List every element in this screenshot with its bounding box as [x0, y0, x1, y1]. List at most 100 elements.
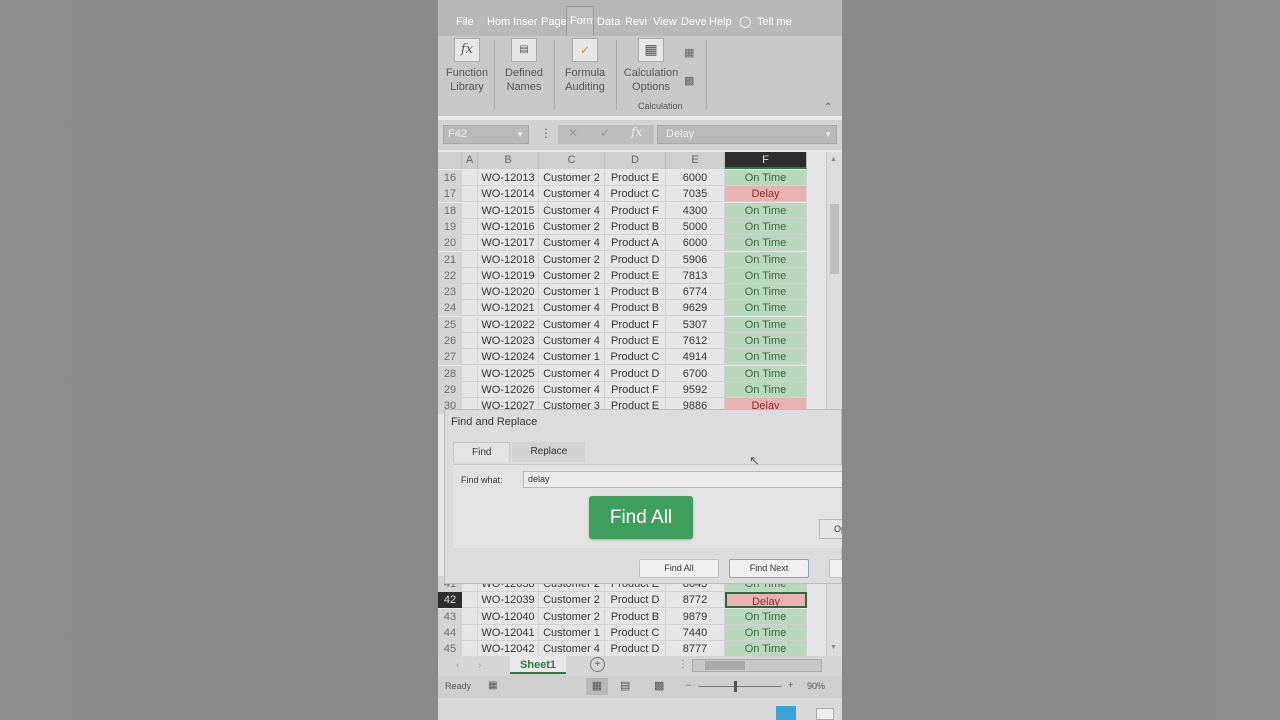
row-header[interactable]: 24 — [438, 300, 462, 317]
zoom-slider[interactable] — [698, 686, 782, 687]
prev-sheet-icon[interactable]: ‹ — [456, 660, 459, 671]
cell-b45[interactable]: WO-12042 — [478, 641, 539, 658]
cell-c43[interactable]: Customer 2 — [539, 608, 605, 625]
cell-b25[interactable]: WO-12022 — [478, 316, 539, 333]
cell-d16[interactable]: Product E — [605, 170, 666, 186]
cell-b42[interactable]: WO-12039 — [478, 592, 539, 609]
cell-f17[interactable]: Delay — [725, 186, 807, 203]
hscroll-thumb[interactable] — [705, 661, 745, 670]
more-options-icon[interactable]: ⋮ — [540, 126, 552, 140]
cell-c42[interactable]: Customer 2 — [539, 592, 605, 609]
insert-function-icon[interactable]: fx — [631, 125, 642, 139]
column-header-e[interactable]: E — [666, 152, 725, 169]
cell-e23[interactable]: 6774 — [666, 284, 725, 301]
cell-f22[interactable]: On Time — [725, 267, 807, 284]
cell-b43[interactable]: WO-12040 — [478, 608, 539, 625]
cell-f20[interactable]: On Time — [725, 235, 807, 252]
row-header[interactable]: 29 — [438, 381, 462, 398]
cell-d29[interactable]: Product F — [605, 381, 666, 398]
cell-f43[interactable]: On Time — [725, 608, 807, 625]
cell-e20[interactable]: 6000 — [666, 235, 725, 252]
cell-a19[interactable] — [462, 218, 478, 235]
cell-a21[interactable] — [462, 251, 478, 268]
cell-b19[interactable]: WO-12016 — [478, 218, 539, 235]
row-header[interactable]: 26 — [438, 333, 462, 349]
horizontal-scrollbar[interactable] — [692, 659, 822, 672]
cell-c23[interactable]: Customer 1 — [539, 284, 605, 301]
cell-e24[interactable]: 9629 — [666, 300, 725, 317]
cell-a23[interactable] — [462, 284, 478, 301]
column-header-c[interactable]: C — [539, 152, 605, 169]
cell-e45[interactable]: 8777 — [666, 641, 725, 658]
cell-d43[interactable]: Product B — [605, 608, 666, 625]
row-header[interactable]: 17 — [438, 186, 462, 203]
row-header[interactable]: 28 — [438, 365, 462, 382]
cell-c18[interactable]: Customer 4 — [539, 202, 605, 219]
cell-c19[interactable]: Customer 2 — [539, 218, 605, 235]
expand-formula-icon[interactable]: ▼ — [824, 126, 832, 143]
cell-a26[interactable] — [462, 333, 478, 349]
more-sheets-icon[interactable]: ⋮ — [678, 659, 688, 670]
cell-e16[interactable]: 6000 — [666, 170, 725, 186]
cell-a43[interactable] — [462, 608, 478, 625]
cell-a45[interactable] — [462, 641, 478, 658]
cell-d25[interactable]: Product F — [605, 316, 666, 333]
cell-e21[interactable]: 5906 — [666, 251, 725, 268]
find-next-button[interactable]: Find Next — [729, 559, 809, 578]
cell-d20[interactable]: Product A — [605, 235, 666, 252]
cell-d18[interactable]: Product F — [605, 202, 666, 219]
cell-c44[interactable]: Customer 1 — [539, 624, 605, 641]
formula-auditing-button[interactable]: ✓ Formula Auditing — [560, 38, 610, 94]
column-header-f[interactable]: F — [725, 152, 807, 169]
cell-a22[interactable] — [462, 267, 478, 284]
collapse-ribbon-icon[interactable]: ⌃ — [824, 102, 832, 113]
column-header-b[interactable]: B — [478, 152, 539, 169]
cell-b22[interactable]: WO-12019 — [478, 267, 539, 284]
row-header[interactable]: 19 — [438, 218, 462, 235]
cell-e29[interactable]: 9592 — [666, 381, 725, 398]
cell-d17[interactable]: Product C — [605, 186, 666, 203]
cell-f24[interactable]: On Time — [725, 300, 807, 317]
row-header[interactable]: 45 — [438, 641, 462, 658]
cell-a27[interactable] — [462, 349, 478, 366]
find-all-button[interactable]: Find All — [639, 559, 719, 578]
cell-e18[interactable]: 4300 — [666, 202, 725, 219]
cell-f26[interactable]: On Time — [725, 333, 807, 349]
cell-d44[interactable]: Product C — [605, 624, 666, 641]
row-header[interactable]: 20 — [438, 235, 462, 252]
function-library-button[interactable]: fx Function Library — [444, 38, 490, 94]
cell-e26[interactable]: 7612 — [666, 333, 725, 349]
cell-c21[interactable]: Customer 2 — [539, 251, 605, 268]
row-header[interactable]: 42 — [438, 592, 462, 609]
tab-view[interactable]: View — [650, 8, 678, 36]
cell-b24[interactable]: WO-12021 — [478, 300, 539, 317]
tab-replace[interactable]: Replace — [512, 442, 586, 462]
cell-b27[interactable]: WO-12024 — [478, 349, 539, 366]
cell-f16[interactable]: On Time — [725, 170, 807, 186]
cell-b29[interactable]: WO-12026 — [478, 381, 539, 398]
cell-f18[interactable]: On Time — [725, 202, 807, 219]
cell-e42[interactable]: 8772 — [666, 592, 725, 609]
cell-a25[interactable] — [462, 316, 478, 333]
row-header[interactable]: 27 — [438, 349, 462, 366]
page-layout-view-icon[interactable]: ▤ — [620, 679, 630, 692]
cell-f42[interactable]: Delay — [725, 592, 807, 609]
normal-view-icon[interactable]: ▦ — [586, 678, 608, 695]
sheet-tab-sheet1[interactable]: Sheet1 — [510, 656, 566, 674]
column-header-d[interactable]: D — [605, 152, 666, 169]
row-header[interactable]: 18 — [438, 202, 462, 219]
row-header[interactable]: 16 — [438, 170, 462, 186]
cell-f28[interactable]: On Time — [725, 365, 807, 382]
cell-e43[interactable]: 9879 — [666, 608, 725, 625]
enter-icon[interactable]: ✓ — [600, 126, 610, 140]
windows-start-icon[interactable] — [776, 706, 796, 720]
calculate-now-icon[interactable]: ▦ — [684, 46, 694, 59]
cell-c20[interactable]: Customer 4 — [539, 235, 605, 252]
tab-insert[interactable]: Inser — [510, 8, 538, 36]
cell-c22[interactable]: Customer 2 — [539, 267, 605, 284]
cell-c16[interactable]: Customer 2 — [539, 170, 605, 186]
cell-a18[interactable] — [462, 202, 478, 219]
cell-c24[interactable]: Customer 4 — [539, 300, 605, 317]
cell-f19[interactable]: On Time — [725, 218, 807, 235]
cell-c45[interactable]: Customer 4 — [539, 641, 605, 658]
